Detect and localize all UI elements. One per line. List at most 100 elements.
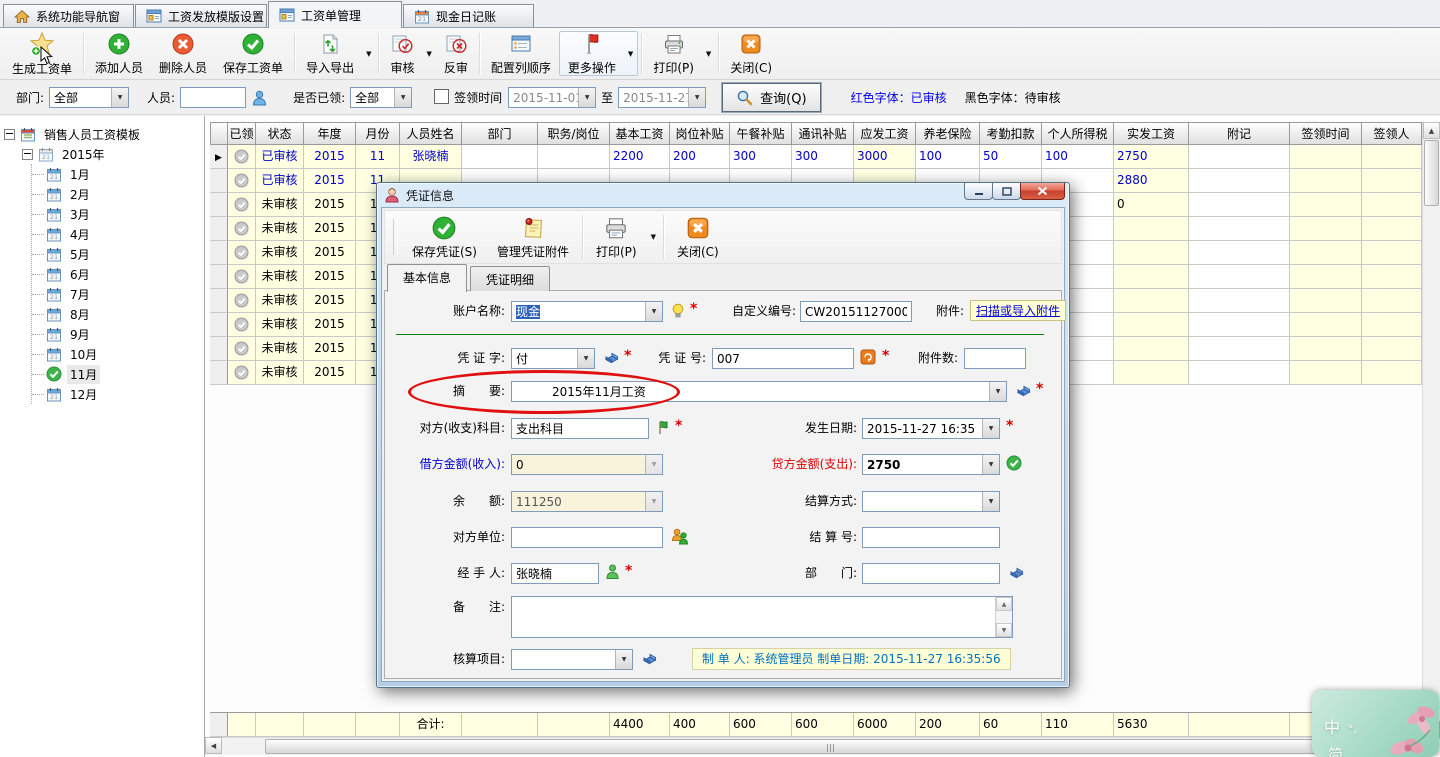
counter-unit-input[interactable] <box>511 527 663 548</box>
blue-book-icon[interactable] <box>641 651 658 666</box>
voucher-word-select[interactable]: 付▼ <box>511 348 595 369</box>
vertical-scrollbar[interactable]: ▲ ▼ <box>1422 122 1440 738</box>
scroll-up-icon[interactable]: ▲ <box>1423 122 1440 139</box>
blue-book-icon[interactable] <box>603 350 620 365</box>
column-header-gross[interactable]: 应发工资 <box>854 122 916 145</box>
ime-toolbar[interactable]: 中°, 简 <box>1312 690 1439 757</box>
column-header-attend[interactable]: 考勤扣款 <box>980 122 1042 145</box>
ime-language-indicator[interactable]: 中°, <box>1324 714 1357 738</box>
voucher-no-input[interactable] <box>712 348 854 369</box>
save-payslip-button[interactable]: 保存工资单 <box>215 29 291 78</box>
tab-voucher-detail[interactable]: 凭证明细 <box>470 266 550 291</box>
summary-select[interactable]: 2015年11月工资▼ <box>511 381 1007 402</box>
more-actions-dropdown-arrow[interactable]: ▼ <box>624 50 637 58</box>
column-header-status[interactable]: 状态 <box>256 122 304 145</box>
column-header-sel[interactable] <box>210 122 228 145</box>
column-header-sign_time[interactable]: 签领时间 <box>1290 122 1362 145</box>
horizontal-scrollbar[interactable]: ◀ ▶ <box>205 737 1423 755</box>
column-header-name[interactable]: 人员姓名 <box>400 122 462 145</box>
green-person-icon[interactable] <box>606 564 619 579</box>
accounting-item-select[interactable]: ▼ <box>511 649 633 670</box>
occur-date-select[interactable]: 2015-11-27 16:35▼ <box>862 418 1000 439</box>
tab-system-nav[interactable]: 系统功能导航窗 <box>3 4 134 27</box>
print-dropdown-arrow[interactable]: ▼ <box>702 50 715 58</box>
horizontal-scroll-thumb[interactable] <box>265 739 1397 754</box>
import-export-dropdown-arrow[interactable]: ▼ <box>362 50 375 58</box>
manage-attachments-button[interactable]: 管理凭证附件 <box>487 211 579 263</box>
account-select[interactable]: 现金▼ <box>511 301 663 322</box>
handler-input[interactable] <box>511 563 599 584</box>
credit-amount-select[interactable]: 2750▼ <box>862 454 1000 475</box>
remark-textarea[interactable]: ▲▼ <box>511 596 1013 638</box>
scan-import-attachment-link[interactable]: 扫描或导入附件 <box>970 300 1066 321</box>
ime-simplified-indicator[interactable]: 简 <box>1328 744 1343 757</box>
column-header-tax[interactable]: 个人所得税 <box>1042 122 1114 145</box>
dialog-print-dropdown-arrow[interactable]: ▼ <box>647 233 660 241</box>
collapse-icon[interactable] <box>4 129 15 140</box>
dialog-close-button[interactable]: 关闭(C) <box>667 211 729 263</box>
tab-payslip-management[interactable]: 工资单管理 <box>268 1 402 28</box>
tree-item-month-4月[interactable]: 214月 <box>32 224 204 244</box>
more-actions-button[interactable]: 更多操作 <box>560 32 624 75</box>
audit-dropdown-arrow[interactable]: ▼ <box>422 50 435 58</box>
column-header-position[interactable]: 职务/岗位 <box>538 122 610 145</box>
settle-method-select[interactable]: ▼ <box>862 491 1000 512</box>
minimize-icon[interactable] <box>964 183 993 200</box>
column-header-lunch[interactable]: 午餐补贴 <box>730 122 792 145</box>
import-export-button[interactable]: 导入导出 <box>298 29 362 78</box>
green-flag-icon[interactable] <box>656 420 670 435</box>
people-pair-icon[interactable] <box>671 528 689 545</box>
vertical-scroll-thumb[interactable] <box>1424 140 1439 206</box>
dept-input[interactable] <box>862 563 1000 584</box>
tree-item-month-2月[interactable]: 212月 <box>32 184 204 204</box>
column-header-base[interactable]: 基本工资 <box>610 122 670 145</box>
tree-year-2015[interactable]: 21 2015年 <box>0 144 204 164</box>
blue-book-icon[interactable] <box>1015 383 1032 398</box>
tree-item-month-3月[interactable]: 213月 <box>32 204 204 224</box>
unaudit-button[interactable]: 反审 <box>436 29 476 78</box>
blue-book-icon[interactable] <box>1008 565 1025 580</box>
textarea-scrollbar[interactable]: ▲▼ <box>995 597 1012 637</box>
counter-subject-input[interactable] <box>511 418 649 439</box>
tree-item-month-6月[interactable]: 216月 <box>32 264 204 284</box>
dept-select[interactable]: 全部▼ <box>49 87 129 108</box>
column-header-signer[interactable]: 签领人 <box>1362 122 1422 145</box>
date-from-select[interactable]: 2015-11-01▼ <box>508 87 596 108</box>
tree-item-month-10月[interactable]: 2110月 <box>32 344 204 364</box>
tree-item-month-1月[interactable]: 211月 <box>32 164 204 184</box>
column-header-post[interactable]: 岗位补贴 <box>670 122 730 145</box>
blue-person-icon[interactable] <box>252 90 267 106</box>
column-header-dept[interactable]: 部门 <box>462 122 538 145</box>
column-header-signed[interactable]: 已领 <box>228 122 256 145</box>
tree-item-month-12月[interactable]: 2112月 <box>32 384 204 404</box>
query-button[interactable]: 查询(Q) <box>722 83 820 112</box>
table-row[interactable]: ▶已审核201511张晓楠220020030030030001005010027… <box>210 145 1422 169</box>
column-header-year[interactable]: 年度 <box>304 122 356 145</box>
settle-no-input[interactable] <box>862 527 1000 548</box>
column-header-note[interactable]: 附记 <box>1189 122 1290 145</box>
person-input[interactable] <box>180 87 246 108</box>
orange-refresh-icon[interactable] <box>860 349 876 365</box>
custom-no-input[interactable] <box>800 301 912 322</box>
print-button[interactable]: 打印(P) <box>645 29 702 78</box>
configure-columns-button[interactable]: 配置列顺序 <box>483 29 559 78</box>
date-to-select[interactable]: 2015-11-27▼ <box>618 87 706 108</box>
tab-basic-info[interactable]: 基本信息 <box>387 264 467 292</box>
tree-item-month-7月[interactable]: 217月 <box>32 284 204 304</box>
tab-cash-journal[interactable]: 21 现金日记账 <box>403 4 534 27</box>
tree-item-month-11月[interactable]: 11月 <box>32 364 204 384</box>
audit-button[interactable]: 审核 <box>382 29 422 78</box>
tree-item-month-9月[interactable]: 219月 <box>32 324 204 344</box>
sign-time-checkbox[interactable]: 签领时间 <box>434 89 502 106</box>
delete-person-button[interactable]: 删除人员 <box>151 29 215 78</box>
column-header-comm[interactable]: 通讯补贴 <box>792 122 854 145</box>
signed-select[interactable]: 全部▼ <box>350 87 412 108</box>
collapse-icon[interactable] <box>22 149 33 160</box>
scroll-left-icon[interactable]: ◀ <box>205 737 222 754</box>
tree-item-month-8月[interactable]: 218月 <box>32 304 204 324</box>
close-button[interactable]: 关闭(C) <box>722 29 780 78</box>
attach-count-input[interactable] <box>964 348 1026 369</box>
tree-root-salary-template[interactable]: 销售人员工资模板 <box>0 124 204 144</box>
dialog-title-bar[interactable]: 凭证信息 <box>381 183 1065 207</box>
add-person-button[interactable]: 添加人员 <box>87 29 151 78</box>
